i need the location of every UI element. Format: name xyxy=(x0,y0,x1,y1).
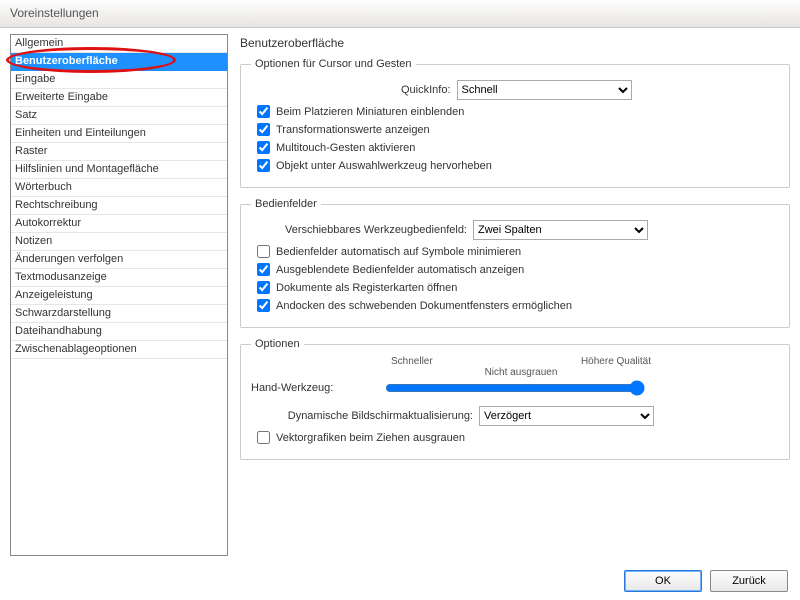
slider-label-faster: Schneller xyxy=(391,356,433,367)
back-button[interactable]: Zurück xyxy=(710,570,788,592)
cb-label: Andocken des schwebenden Dokumentfenster… xyxy=(276,300,572,312)
category-sidebar: Allgemein Benutzeroberfläche Eingabe Erw… xyxy=(10,34,228,556)
slider-label-higher: Höhere Qualität xyxy=(581,356,651,367)
sidebar-item-schwarzdarstellung[interactable]: Schwarzdarstellung xyxy=(11,305,227,323)
page-title: Benutzeroberfläche xyxy=(240,36,790,50)
sidebar-item-zwischenablage[interactable]: Zwischenablageoptionen xyxy=(11,341,227,359)
window-title: Voreinstellungen xyxy=(0,0,800,28)
sidebar-item-dateihandhabung[interactable]: Dateihandhabung xyxy=(11,323,227,341)
group-cursor-gestures: Optionen für Cursor und Gesten QuickInfo… xyxy=(240,58,790,188)
cb-vektor-ausgrauen[interactable] xyxy=(257,431,270,444)
sidebar-item-anzeigeleistung[interactable]: Anzeigeleistung xyxy=(11,287,227,305)
sidebar-item-satz[interactable]: Satz xyxy=(11,107,227,125)
sidebar-item-allgemein[interactable]: Allgemein xyxy=(11,35,227,53)
cb-registerkarten[interactable] xyxy=(257,281,270,294)
cb-label: Transformationswerte anzeigen xyxy=(276,124,430,136)
cb-miniaturen[interactable] xyxy=(257,105,270,118)
cb-auto-minimieren[interactable] xyxy=(257,245,270,258)
hand-tool-label: Hand-Werkzeug: xyxy=(251,382,385,394)
group-optionen: Optionen Schneller Höhere Qualität Nicht… xyxy=(240,338,790,460)
group-legend: Optionen für Cursor und Gesten xyxy=(251,58,416,70)
cb-transformationswerte[interactable] xyxy=(257,123,270,136)
sidebar-item-rechtschreibung[interactable]: Rechtschreibung xyxy=(11,197,227,215)
cb-auto-anzeigen[interactable] xyxy=(257,263,270,276)
dyn-update-select[interactable]: Verzögert xyxy=(479,406,654,426)
cb-auswahl-hervorheben[interactable] xyxy=(257,159,270,172)
sidebar-item-notizen[interactable]: Notizen xyxy=(11,233,227,251)
sidebar-item-hilfslinien[interactable]: Hilfslinien und Montagefläche xyxy=(11,161,227,179)
sidebar-item-raster[interactable]: Raster xyxy=(11,143,227,161)
slider-caption-nogrey: Nicht ausgrauen xyxy=(391,367,651,378)
hand-tool-slider[interactable] xyxy=(385,380,645,396)
sidebar-item-autokorrektur[interactable]: Autokorrektur xyxy=(11,215,227,233)
quickinfo-select[interactable]: Schnell xyxy=(457,80,632,100)
cb-label: Ausgeblendete Bedienfelder automatisch a… xyxy=(276,264,524,276)
sidebar-item-textmodusanzeige[interactable]: Textmodusanzeige xyxy=(11,269,227,287)
cb-label: Bedienfelder automatisch auf Symbole min… xyxy=(276,246,521,258)
sidebar-item-erweiterte-eingabe[interactable]: Erweiterte Eingabe xyxy=(11,89,227,107)
sidebar-item-einheiten[interactable]: Einheiten und Einteilungen xyxy=(11,125,227,143)
sidebar-item-aenderungen[interactable]: Änderungen verfolgen xyxy=(11,251,227,269)
cb-label: Vektorgrafiken beim Ziehen ausgrauen xyxy=(276,432,465,444)
sidebar-item-woerterbuch[interactable]: Wörterbuch xyxy=(11,179,227,197)
cb-andocken[interactable] xyxy=(257,299,270,312)
cb-multitouch[interactable] xyxy=(257,141,270,154)
quickinfo-label: QuickInfo: xyxy=(401,84,451,96)
ok-button[interactable]: OK xyxy=(624,570,702,592)
group-bedienfelder: Bedienfelder Verschiebbares Werkzeugbedi… xyxy=(240,198,790,328)
cb-label: Multitouch-Gesten aktivieren xyxy=(276,142,415,154)
dyn-update-label: Dynamische Bildschirmaktualisierung: xyxy=(251,410,473,422)
cb-label: Beim Platzieren Miniaturen einblenden xyxy=(276,106,464,118)
sidebar-item-label: Benutzeroberfläche xyxy=(15,55,118,67)
group-legend: Bedienfelder xyxy=(251,198,321,210)
cb-label: Dokumente als Registerkarten öffnen xyxy=(276,282,457,294)
sidebar-item-benutzeroberflaeche[interactable]: Benutzeroberfläche xyxy=(11,53,227,71)
main-panel: Benutzeroberfläche Optionen für Cursor u… xyxy=(240,34,790,556)
group-legend: Optionen xyxy=(251,338,304,350)
toolpanel-label: Verschiebbares Werkzeugbedienfeld: xyxy=(257,224,467,236)
sidebar-item-eingabe[interactable]: Eingabe xyxy=(11,71,227,89)
toolpanel-select[interactable]: Zwei Spalten xyxy=(473,220,648,240)
cb-label: Objekt unter Auswahlwerkzeug hervorheben xyxy=(276,160,492,172)
